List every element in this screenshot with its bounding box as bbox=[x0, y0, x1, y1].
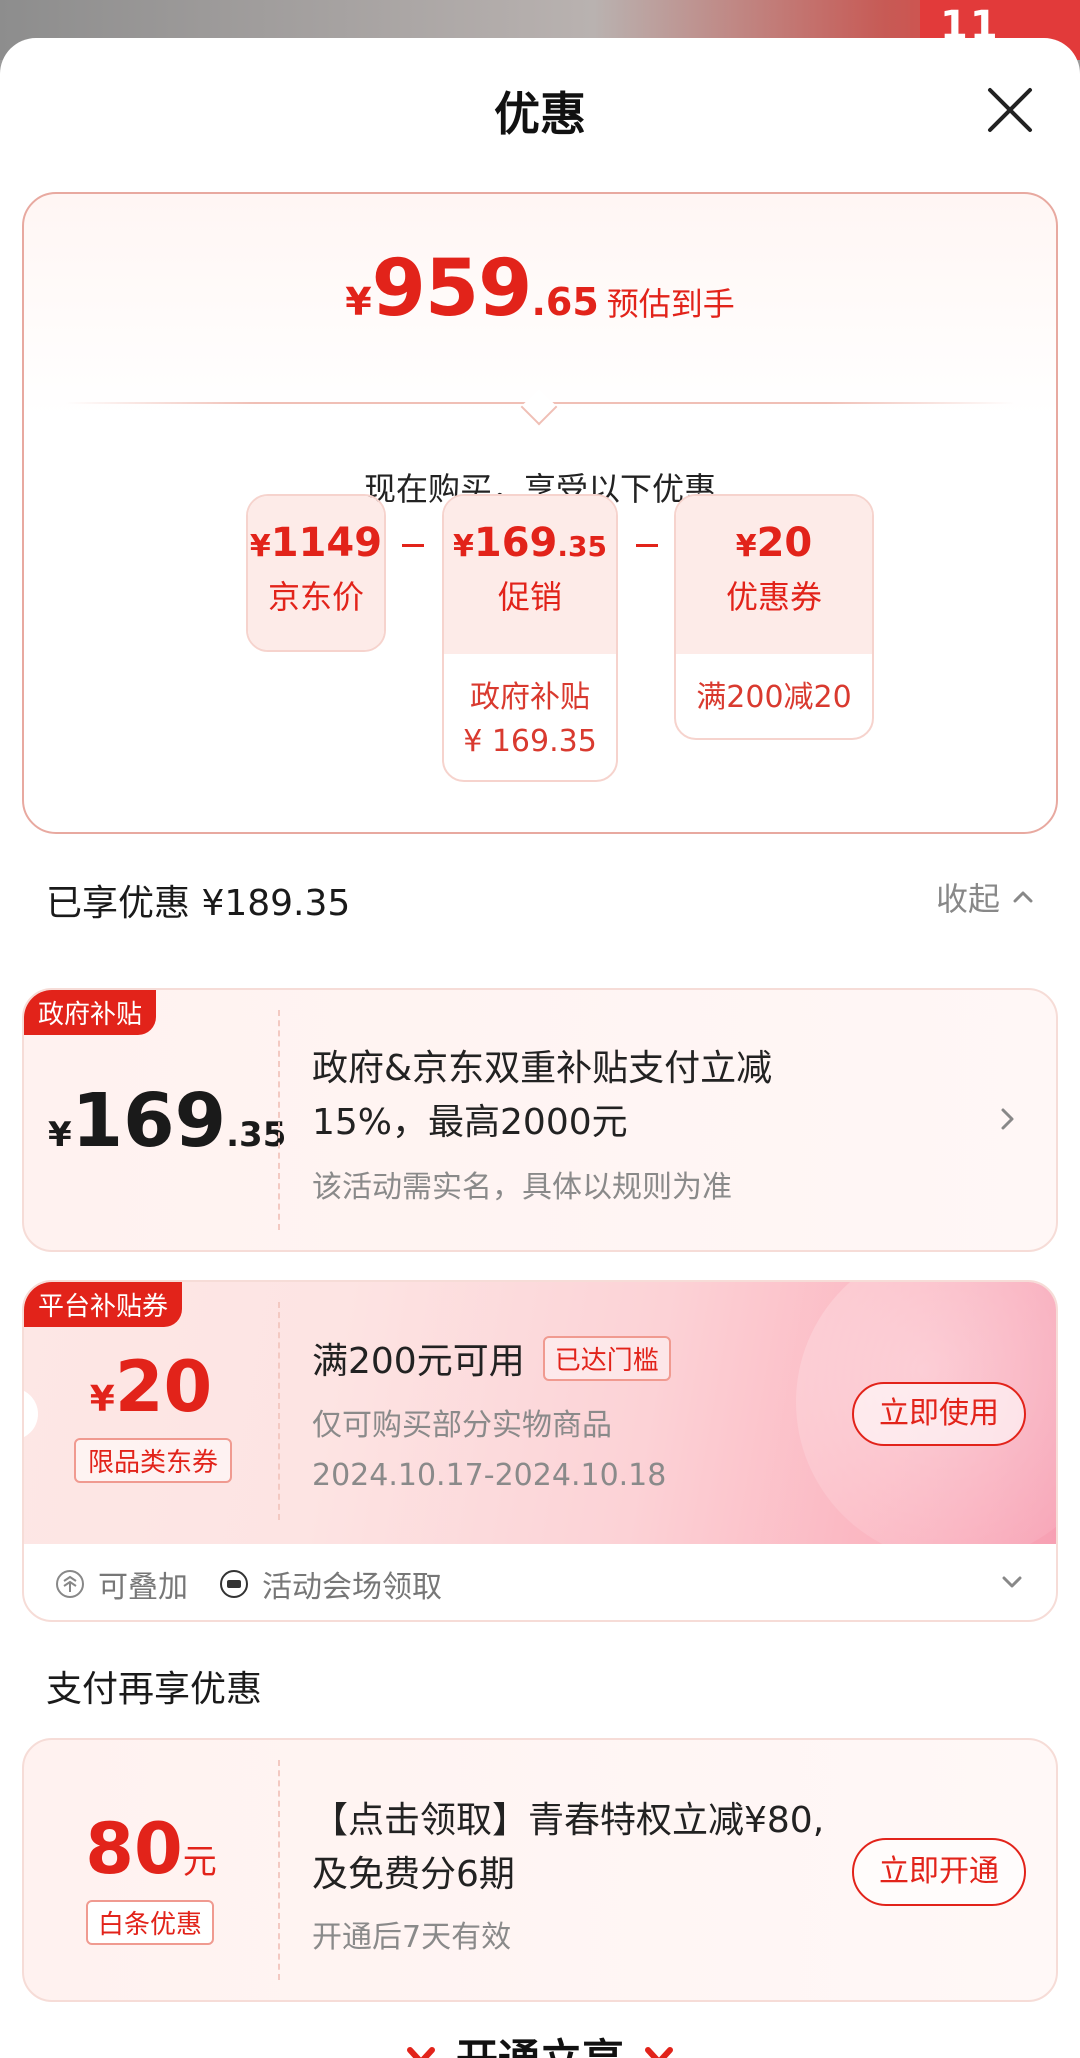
box-name: 促销 bbox=[497, 578, 562, 616]
gov-subsidy-tag: 政府补贴 bbox=[24, 990, 157, 1035]
pay-section-title: 支付再享优惠 bbox=[46, 1669, 263, 1710]
divider-notch bbox=[520, 388, 558, 426]
baitiao-note: 开通后7天有效 bbox=[312, 1920, 512, 1955]
currency-symbol: ¥ bbox=[249, 529, 271, 564]
price-summary: ¥959.65 预估到手 现在购买，享受以下优惠 ¥1149 京东价 ¥169.3… bbox=[22, 192, 1058, 834]
box-amount: 20 bbox=[756, 520, 813, 566]
stackable-info: 可叠加 bbox=[54, 1562, 188, 1606]
gov-subsidy-card[interactable]: 政府补贴 ¥169.35 政府&京东双重补贴支付立减15%，最高2000元 该活… bbox=[22, 988, 1058, 1252]
coupon-validity: 2024.10.17-2024.10.18 bbox=[312, 1458, 667, 1493]
condition-text: 满200元可用 bbox=[312, 1341, 525, 1382]
coupon-amount: ¥20 bbox=[24, 1346, 278, 1428]
box-name: 优惠券 bbox=[725, 578, 822, 616]
collapse-button[interactable]: 收起 bbox=[936, 874, 1036, 920]
source-info: 活动会场领取 bbox=[218, 1562, 442, 1606]
baitiao-badge: 白条优惠 bbox=[86, 1900, 215, 1945]
platform-coupon-card: 平台补贴券 ¥20 限品类东券 满200元可用 已达门槛 仅可购买部分实物商品 … bbox=[22, 1280, 1058, 1622]
chevron-right-icon[interactable] bbox=[992, 1104, 1022, 1134]
amount-value: 20 bbox=[114, 1346, 213, 1428]
coupon-meta: 可叠加 活动会场领取 bbox=[54, 1562, 442, 1606]
source-label: 活动会场领取 bbox=[262, 1570, 442, 1605]
coupon-condition: 满200元可用 已达门槛 bbox=[312, 1332, 671, 1384]
coupon-restriction: 仅可购买部分实物商品 bbox=[312, 1408, 612, 1443]
activate-now-button[interactable]: 立即开通 bbox=[852, 1838, 1026, 1906]
bottom-cta[interactable]: 开通立享 bbox=[0, 2026, 1080, 2058]
gov-subsidy-desc: 政府&京东双重补贴支付立减15%，最高2000元 bbox=[312, 1048, 773, 1143]
stack-icon bbox=[56, 1570, 84, 1598]
box-amount-decimal: .35 bbox=[557, 530, 607, 563]
currency-symbol: ¥ bbox=[453, 529, 474, 564]
price-box-jd: ¥1149 京东价 bbox=[246, 494, 386, 652]
sheet-header: 优惠 bbox=[0, 38, 1080, 180]
chevron-up-icon bbox=[1013, 891, 1033, 903]
estimate-label: 预估到手 bbox=[606, 285, 735, 323]
dashed-divider bbox=[278, 1760, 280, 1980]
gov-subsidy-note: 该活动需实名，具体以规则为准 bbox=[312, 1170, 732, 1205]
bottom-cta-label: 开通立享 bbox=[456, 2026, 624, 2058]
estimate-decimal: .65 bbox=[531, 280, 599, 324]
stackable-label: 可叠加 bbox=[98, 1570, 188, 1605]
dashed-divider bbox=[278, 1302, 280, 1520]
box-detail-amount: ¥ 169.35 bbox=[463, 724, 597, 759]
ticket-icon bbox=[220, 1570, 248, 1598]
threshold-reached-badge: 已达门槛 bbox=[542, 1335, 671, 1381]
price-box-coupon: ¥20 优惠券 满200减20 bbox=[674, 494, 874, 740]
enjoyed-total: 已享优惠 ¥189.35 bbox=[46, 883, 351, 924]
close-icon bbox=[988, 88, 1032, 132]
box-name: 京东价 bbox=[267, 578, 364, 616]
currency-symbol: ¥ bbox=[345, 280, 372, 324]
baitiao-card: 80元 白条优惠 【点击领取】青春特权立减¥80,及免费分6期 开通后7天有效 … bbox=[22, 1738, 1058, 2002]
chevron-down-icon[interactable] bbox=[998, 1568, 1026, 1596]
box-amount: 169 bbox=[473, 520, 558, 566]
currency-symbol: ¥ bbox=[735, 529, 757, 564]
box-detail: 政府补贴 bbox=[470, 680, 590, 715]
collapse-label: 收起 bbox=[935, 880, 1000, 918]
minus-sign bbox=[402, 544, 424, 547]
amount-unit: 元 bbox=[182, 1842, 217, 1882]
currency-symbol: ¥ bbox=[48, 1115, 72, 1155]
discount-sheet: 优惠 ¥959.65 预估到手 现在购买，享受以下优惠 ¥1149 京东价 ¥16… bbox=[0, 38, 1080, 2058]
currency-symbol: ¥ bbox=[89, 1379, 115, 1420]
estimated-price: ¥959.65 预估到手 bbox=[24, 244, 1056, 334]
use-now-button[interactable]: 立即使用 bbox=[852, 1382, 1026, 1446]
sheet-title: 优惠 bbox=[494, 87, 586, 141]
coupon-scope-badge: 限品类东券 bbox=[74, 1438, 233, 1483]
box-amount: 1149 bbox=[270, 520, 383, 566]
chevron-down-icon bbox=[406, 2046, 435, 2058]
box-detail: 满200减20 bbox=[696, 680, 852, 715]
baitiao-desc[interactable]: 【点击领取】青春特权立减¥80,及免费分6期 bbox=[312, 1794, 832, 1902]
close-button[interactable] bbox=[982, 82, 1038, 138]
dashed-divider bbox=[278, 1010, 280, 1230]
baitiao-amount: 80元 bbox=[24, 1808, 278, 1890]
minus-sign bbox=[636, 544, 658, 547]
gov-subsidy-amount: ¥169.35 bbox=[48, 1078, 286, 1164]
amount-integer: 169 bbox=[71, 1078, 227, 1164]
estimate-integer: 959 bbox=[371, 244, 533, 334]
amount-value: 80 bbox=[85, 1808, 183, 1890]
platform-coupon-tag: 平台补贴券 bbox=[24, 1282, 183, 1327]
price-box-promo: ¥169.35 促销 政府补贴 ¥ 169.35 bbox=[442, 494, 618, 782]
chevron-down-icon bbox=[645, 2046, 673, 2058]
